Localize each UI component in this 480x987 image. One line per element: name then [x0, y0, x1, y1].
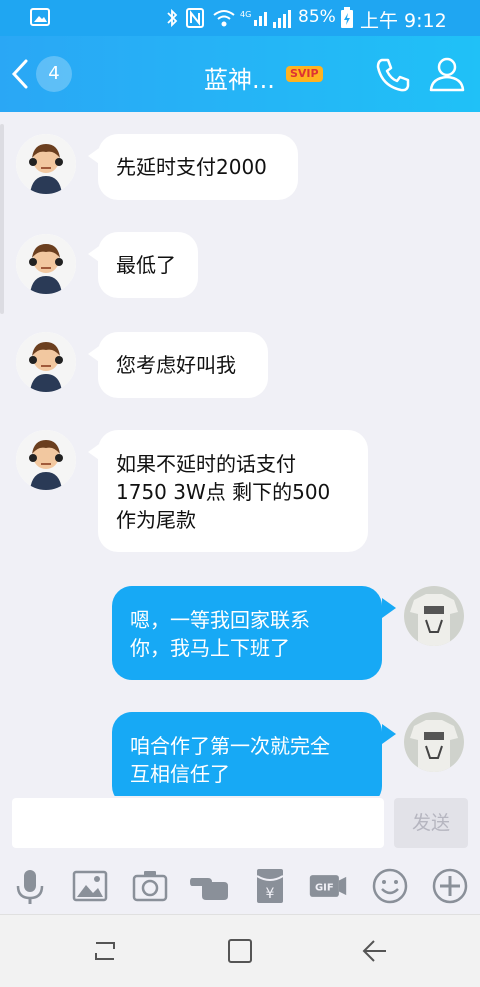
message-text: 先延时支付2000	[116, 155, 267, 179]
message-outgoing: 嗯，一等我回家联系 你，我马上下班了	[0, 586, 480, 686]
gallery-notification-icon	[30, 8, 50, 26]
image-icon[interactable]	[70, 866, 110, 906]
hand-icon[interactable]	[190, 866, 230, 906]
agent-avatar[interactable]	[16, 430, 76, 490]
agent-avatar[interactable]	[16, 234, 76, 294]
message-text-line: 互相信任了	[130, 762, 230, 786]
message-text-line: 咱合作了第一次就完全	[130, 734, 330, 758]
message-incoming: 您考虑好叫我	[0, 332, 480, 402]
message-text: 您考虑好叫我	[116, 353, 236, 377]
message-text-line: 如果不延时的话支付	[116, 452, 296, 476]
composer: 发送	[0, 796, 480, 858]
battery-percent: 85%	[298, 7, 336, 27]
user-avatar[interactable]	[404, 712, 464, 772]
signal-icon	[273, 10, 291, 28]
gif-icon[interactable]: GIF	[308, 866, 348, 906]
wifi-icon	[213, 10, 235, 27]
message-bubble[interactable]: 您考虑好叫我	[98, 332, 268, 398]
back-chevron-icon[interactable]	[10, 58, 30, 90]
home-icon[interactable]	[226, 937, 254, 965]
status-bar: 4G 85% 上午 9:12	[0, 0, 480, 36]
message-incoming: 先延时支付2000	[0, 134, 480, 204]
phone-icon[interactable]	[374, 56, 412, 94]
bluetooth-icon	[167, 8, 178, 28]
message-text-line: 1750 3W点 剩下的500	[116, 480, 331, 504]
message-text-line: 你，我马上下班了	[130, 636, 290, 660]
message-bubble[interactable]: 咱合作了第一次就完全 互相信任了	[112, 712, 382, 796]
message-list[interactable]: 先延时支付2000 最低了 您考虑好叫我 如果不延时的话支付 1750 3W点 …	[0, 112, 480, 796]
signal-4g-icon: 4G	[240, 10, 267, 26]
profile-icon[interactable]	[428, 56, 466, 92]
message-outgoing: 咱合作了第一次就完全 互相信任了	[0, 712, 480, 796]
message-incoming: 最低了	[0, 232, 480, 302]
back-icon[interactable]	[360, 937, 388, 965]
plus-icon[interactable]	[430, 866, 470, 906]
emoji-icon[interactable]	[370, 866, 410, 906]
agent-avatar[interactable]	[16, 332, 76, 392]
chat-header: 4 蓝神... SVIP	[0, 36, 480, 112]
clock: 上午 9:12	[360, 10, 447, 32]
message-bubble[interactable]: 嗯，一等我回家联系 你，我马上下班了	[112, 586, 382, 680]
send-button[interactable]: 发送	[394, 798, 468, 848]
battery-icon	[341, 7, 353, 28]
message-text-line: 嗯，一等我回家联系	[130, 608, 310, 632]
microphone-icon[interactable]	[10, 866, 50, 906]
message-bubble[interactable]: 最低了	[98, 232, 198, 298]
message-text-line: 作为尾款	[116, 508, 196, 532]
svg-text:GIF: GIF	[315, 883, 334, 894]
message-bubble[interactable]: 如果不延时的话支付 1750 3W点 剩下的500 作为尾款	[98, 430, 368, 552]
message-input[interactable]	[12, 798, 384, 848]
agent-avatar[interactable]	[16, 134, 76, 194]
message-incoming: 如果不延时的话支付 1750 3W点 剩下的500 作为尾款	[0, 430, 480, 560]
camera-icon[interactable]	[130, 866, 170, 906]
svg-text:¥: ¥	[266, 886, 275, 902]
svip-badge: SVIP	[286, 66, 323, 82]
system-navigation-bar	[0, 914, 480, 987]
red-packet-icon[interactable]: ¥	[250, 866, 290, 906]
svg-text:4G: 4G	[240, 10, 251, 19]
recent-apps-icon[interactable]	[90, 937, 120, 965]
nfc-icon	[186, 8, 204, 28]
message-bubble[interactable]: 先延时支付2000	[98, 134, 298, 200]
user-avatar[interactable]	[404, 586, 464, 646]
input-toolbar: ¥ GIF	[0, 858, 480, 914]
unread-count-badge[interactable]: 4	[36, 56, 72, 92]
contact-name[interactable]: 蓝神...	[204, 60, 275, 95]
message-text: 最低了	[116, 253, 176, 277]
